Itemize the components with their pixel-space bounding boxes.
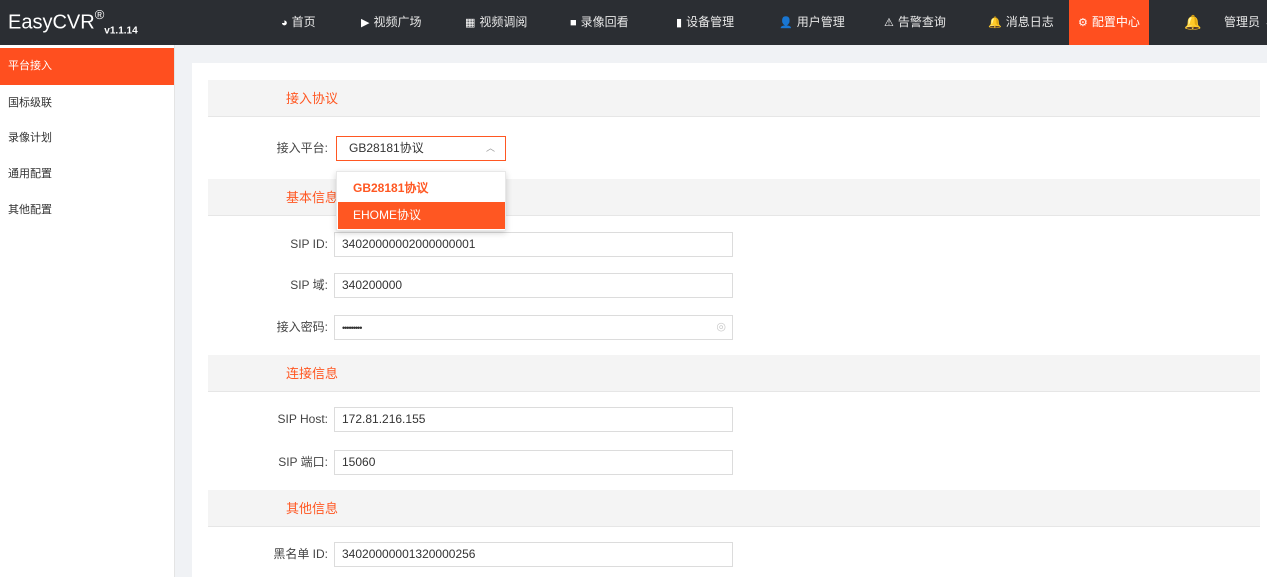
section-header-protocol: 接入协议: [208, 80, 1260, 117]
section-title: 基本信息: [286, 190, 339, 205]
sip-id-input[interactable]: 34020000002000000001: [334, 232, 733, 257]
sidebar-item-general-config[interactable]: 通用配置: [0, 156, 174, 193]
password-label: 接入密码:: [276, 320, 328, 334]
platform-option-gb28181[interactable]: GB28181协议: [338, 175, 505, 202]
play-circle-icon: ▶: [361, 17, 370, 29]
section-header-connection: 连接信息: [208, 355, 1260, 392]
notification-bell-icon[interactable]: 🔔: [1184, 0, 1201, 45]
logo-version: v1.1.14: [104, 25, 138, 37]
sidebar-item-other-config[interactable]: 其他配置: [0, 192, 174, 229]
sip-host-input[interactable]: 172.81.216.155: [334, 407, 733, 432]
sip-port-label: SIP 端口:: [278, 455, 328, 469]
eye-hidden-icon[interactable]: ◎: [716, 316, 726, 339]
logo-text: EasyCVR: [8, 11, 95, 34]
blacklist-id-label: 黑名单 ID:: [273, 547, 328, 561]
sip-id-label: SIP ID:: [290, 237, 328, 251]
grid-icon: ▦: [465, 17, 476, 29]
platform-option-ehome[interactable]: EHOME协议: [338, 202, 505, 229]
nav-item-home[interactable]: ◕ 首页: [281, 0, 316, 45]
platform-select-value: GB28181协议: [349, 141, 424, 155]
section-title: 连接信息: [286, 366, 339, 381]
device-icon: ▮: [676, 17, 683, 29]
alarm-icon: ⚠: [884, 17, 894, 29]
sip-port-input[interactable]: 15060: [334, 450, 733, 475]
sip-domain-label: SIP 域:: [290, 278, 328, 292]
user-menu[interactable]: 管理员⌄: [1224, 0, 1267, 45]
app-logo[interactable]: EasyCVR® v1.1.14: [8, 7, 138, 37]
video-camera-icon: ■: [570, 17, 577, 29]
nav-item-user-management[interactable]: 👤 用户管理: [779, 0, 845, 45]
bell-icon: 🔔: [988, 17, 1002, 29]
password-value: •••••••••: [342, 323, 362, 333]
nav-item-video-square[interactable]: ▶ 视频广场: [361, 0, 421, 45]
section-title: 其他信息: [286, 501, 339, 516]
chevron-up-icon: ︿: [485, 143, 495, 153]
user-name: 管理员: [1224, 15, 1261, 29]
nav-item-message-log[interactable]: 🔔 消息日志: [988, 0, 1054, 45]
blacklist-id-input[interactable]: 34020000001320000256: [334, 542, 733, 567]
nav-item-alarm-query[interactable]: ⚠ 告警查询: [884, 0, 946, 45]
sip-domain-input[interactable]: 340200000: [334, 273, 733, 298]
nav-item-device-management[interactable]: ▮ 设备管理: [676, 0, 734, 45]
top-navbar: EasyCVR® v1.1.14 ◕ 首页 ▶ 视频广场 ▦ 视频调阅 ■ 录像回看 ▮ 设…: [0, 0, 1267, 45]
section-header-other: 其他信息: [208, 490, 1260, 527]
platform-label: 接入平台:: [276, 141, 328, 155]
user-icon: 👤: [779, 17, 793, 29]
nav-item-playback[interactable]: ■ 录像回看: [570, 0, 629, 45]
logo-registered-mark: ®: [94, 7, 105, 22]
platform-dropdown: GB28181协议 EHOME协议: [336, 171, 506, 231]
nav-item-config-center[interactable]: ⚙ 配置中心: [1069, 0, 1149, 45]
gear-icon: ⚙: [1078, 17, 1088, 29]
sip-host-label: SIP Host:: [277, 412, 328, 426]
platform-select[interactable]: GB28181协议 ︿: [336, 136, 506, 161]
sidebar: 平台接入 国标级联 录像计划 通用配置 其他配置: [0, 45, 175, 577]
sidebar-item-gb-cascade[interactable]: 国标级联: [0, 85, 174, 122]
section-title: 接入协议: [286, 91, 339, 106]
nav-item-video-review[interactable]: ▦ 视频调阅: [465, 0, 527, 45]
dashboard-icon: ◕: [281, 17, 288, 29]
password-input[interactable]: ••••••••• ◎: [334, 315, 733, 340]
sidebar-item-platform-access[interactable]: 平台接入: [0, 48, 174, 85]
sidebar-item-record-plan[interactable]: 录像计划: [0, 120, 174, 157]
